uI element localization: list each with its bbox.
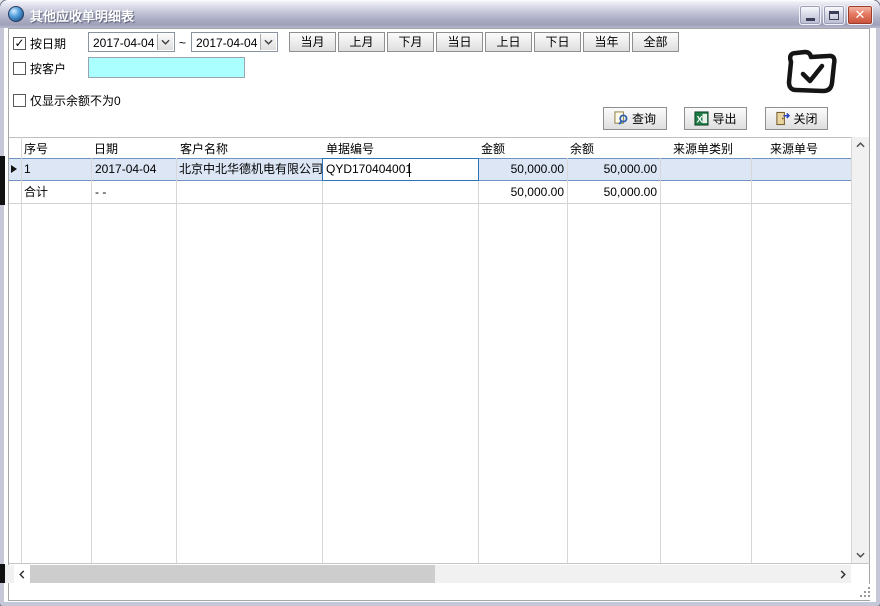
quick-button-prev-day[interactable]: 上日: [485, 32, 532, 52]
vertical-scrollbar[interactable]: [852, 137, 869, 563]
window-title: 其他应收单明细表: [30, 6, 134, 25]
grid-line: [322, 158, 323, 563]
quick-button-all[interactable]: 全部: [632, 32, 679, 52]
doc-no-cell-editor[interactable]: QYD170404001: [322, 158, 479, 181]
checkbox-unchecked-icon: [13, 94, 26, 107]
titlebar[interactable]: 其他应收单明细表 ✕: [0, 0, 880, 28]
folder-check-icon: [783, 46, 839, 105]
grid-line: [21, 137, 22, 563]
hscrollbar-thumb[interactable]: [30, 565, 435, 583]
quick-button-next-month[interactable]: 下月: [387, 32, 434, 52]
cell-seq: 1: [24, 158, 84, 181]
excel-icon: X: [694, 111, 709, 126]
chevron-down-icon[interactable]: [157, 34, 173, 50]
checkbox-checked-icon: ✓: [13, 37, 26, 50]
grid-line: [751, 158, 752, 563]
total-balance: 50,000.00: [567, 181, 657, 204]
scroll-up-icon[interactable]: [852, 137, 869, 153]
cell-date: 2017-04-04: [95, 158, 175, 181]
grid-line: [176, 158, 177, 563]
chevron-down-icon[interactable]: [260, 34, 276, 50]
column-header-customer[interactable]: 客户名称: [180, 140, 228, 157]
grid-line: [91, 158, 92, 563]
column-header-source-no[interactable]: 来源单号: [770, 140, 818, 157]
doc-no-editor-value: QYD170404001: [326, 159, 412, 180]
grid-line: [660, 158, 661, 563]
maximize-icon: [829, 11, 839, 20]
close-window-button[interactable]: ✕: [847, 5, 873, 25]
scroll-right-icon[interactable]: [835, 565, 851, 583]
horizontal-scrollbar[interactable]: [5, 565, 851, 583]
current-row-marker-icon: [11, 165, 17, 173]
quick-button-current-year[interactable]: 当年: [583, 32, 630, 52]
app-window: 其他应收单明细表 ✕ ✓ 按日期 2017-04-04 ~ 2017-04-04…: [0, 0, 880, 606]
quick-button-current-month[interactable]: 当月: [289, 32, 336, 52]
cell-amount: 50,000.00: [478, 158, 564, 181]
nonzero-only-label: 仅显示余额不为0: [30, 92, 121, 109]
resize-grip[interactable]: [860, 587, 872, 599]
by-customer-checkbox[interactable]: 按客户: [13, 60, 66, 77]
maximize-button[interactable]: [823, 5, 845, 25]
query-button[interactable]: 查询: [603, 107, 667, 130]
column-header-doc-no[interactable]: 单据编号: [326, 140, 374, 157]
close-icon: ✕: [855, 6, 866, 24]
quick-button-next-day[interactable]: 下日: [534, 32, 581, 52]
export-button-label: 导出: [712, 110, 736, 127]
customer-filter-input[interactable]: [88, 57, 245, 78]
scroll-left-icon[interactable]: [14, 565, 30, 583]
export-button[interactable]: X 导出: [684, 107, 747, 130]
total-amount: 50,000.00: [478, 181, 564, 204]
svg-text:X: X: [697, 114, 704, 124]
left-edge-mark: [0, 156, 5, 205]
checkbox-unchecked-icon: [13, 62, 26, 75]
column-header-balance[interactable]: 余额: [570, 140, 594, 157]
scroll-down-icon[interactable]: [852, 547, 869, 563]
column-header-source-type[interactable]: 来源单类别: [673, 140, 733, 157]
cell-customer: 北京中北华德机电有限公司: [179, 158, 322, 181]
date-from-combobox[interactable]: 2017-04-04: [88, 32, 175, 52]
date-to-combobox[interactable]: 2017-04-04: [191, 32, 278, 52]
total-date: - -: [95, 181, 175, 204]
by-customer-label: 按客户: [30, 60, 66, 77]
date-to-value: 2017-04-04: [196, 36, 257, 50]
minimize-icon: [806, 18, 815, 21]
text-cursor: [409, 163, 410, 177]
search-doc-icon: [614, 111, 629, 126]
range-separator: ~: [179, 36, 186, 50]
grid-bottom-border: [9, 563, 870, 564]
window-sphere-icon: [8, 6, 24, 22]
grid-line: [567, 158, 568, 563]
close-button[interactable]: 关闭: [765, 107, 828, 130]
by-date-label: 按日期: [30, 35, 66, 52]
quick-button-prev-month[interactable]: 上月: [338, 32, 385, 52]
exit-door-icon: [775, 111, 790, 126]
nonzero-only-checkbox[interactable]: 仅显示余额不为0: [13, 92, 121, 109]
quick-button-current-day[interactable]: 当日: [436, 32, 483, 52]
column-header-date[interactable]: 日期: [94, 140, 118, 157]
close-button-label: 关闭: [793, 110, 817, 127]
minimize-button[interactable]: [799, 5, 821, 25]
by-date-checkbox[interactable]: ✓ 按日期: [13, 35, 66, 52]
column-header-amount[interactable]: 金额: [481, 140, 505, 157]
column-header-seq[interactable]: 序号: [24, 140, 48, 157]
grid-top-border: [9, 137, 851, 138]
status-strip: [9, 584, 870, 600]
date-from-value: 2017-04-04: [93, 36, 154, 50]
query-button-label: 查询: [632, 110, 656, 127]
total-label: 合计: [24, 181, 84, 204]
cell-balance: 50,000.00: [567, 158, 657, 181]
grid-line: [478, 158, 479, 563]
